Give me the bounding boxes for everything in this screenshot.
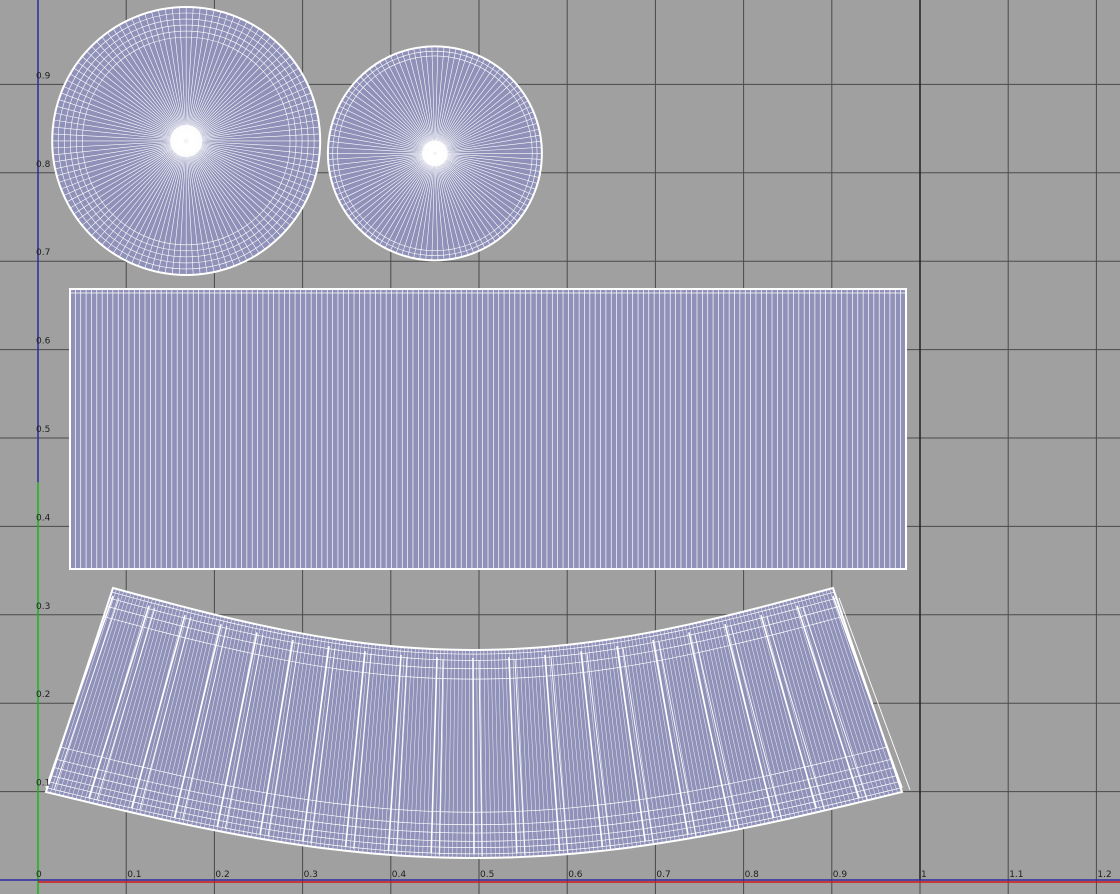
- v-tick-label: 0.8: [36, 160, 51, 170]
- origin-label: 0: [36, 870, 42, 880]
- u-tick-label: 0.5: [480, 870, 494, 880]
- u-tick-label: 1: [921, 870, 927, 880]
- u-tick-label: 0.6: [568, 870, 583, 880]
- u-tick-label: 0.1: [127, 870, 141, 880]
- uv-shell-cap-large[interactable]: [51, 5, 322, 276]
- v-tick-label: 0.5: [36, 425, 50, 435]
- u-tick-label: 0.2: [215, 870, 229, 880]
- v-tick-label: 0.3: [36, 602, 50, 612]
- u-tick-label: 0.8: [745, 870, 760, 880]
- uv-pole: [422, 140, 448, 167]
- v-tick-label: 0.1: [36, 779, 50, 789]
- u-tick-label: 0.3: [304, 870, 318, 880]
- uv-pole: [170, 124, 203, 158]
- u-tick-label: 0.9: [833, 870, 848, 880]
- v-tick-label: 0.7: [36, 248, 50, 258]
- u-tick-label: 0.7: [656, 870, 670, 880]
- v-tick-label: 0.6: [36, 337, 51, 347]
- u-tick-label: 1.1: [1009, 870, 1023, 880]
- u-tick-label: 0.4: [392, 870, 407, 880]
- uv-shell-body-strip[interactable]: [69, 288, 907, 570]
- uv-shell-cap-small[interactable]: [326, 45, 543, 262]
- v-tick-label: 0.9: [36, 71, 51, 81]
- u-tick-label: 1.2: [1097, 870, 1111, 880]
- v-tick-label: 0.2: [36, 690, 50, 700]
- uv-texture-editor[interactable]: 0 0.1 0.2 0.3 0.4 0.5 0.6 0.7 0.8 0.9 1 1.1 1.2 0.1 0.…: [0, 0, 1120, 894]
- v-tick-label: 0.4: [36, 513, 51, 523]
- uv-viewport[interactable]: 0 0.1 0.2 0.3 0.4 0.5 0.6 0.7 0.8 0.9 1 1.1 1.2 0.1 0.…: [0, 0, 1120, 894]
